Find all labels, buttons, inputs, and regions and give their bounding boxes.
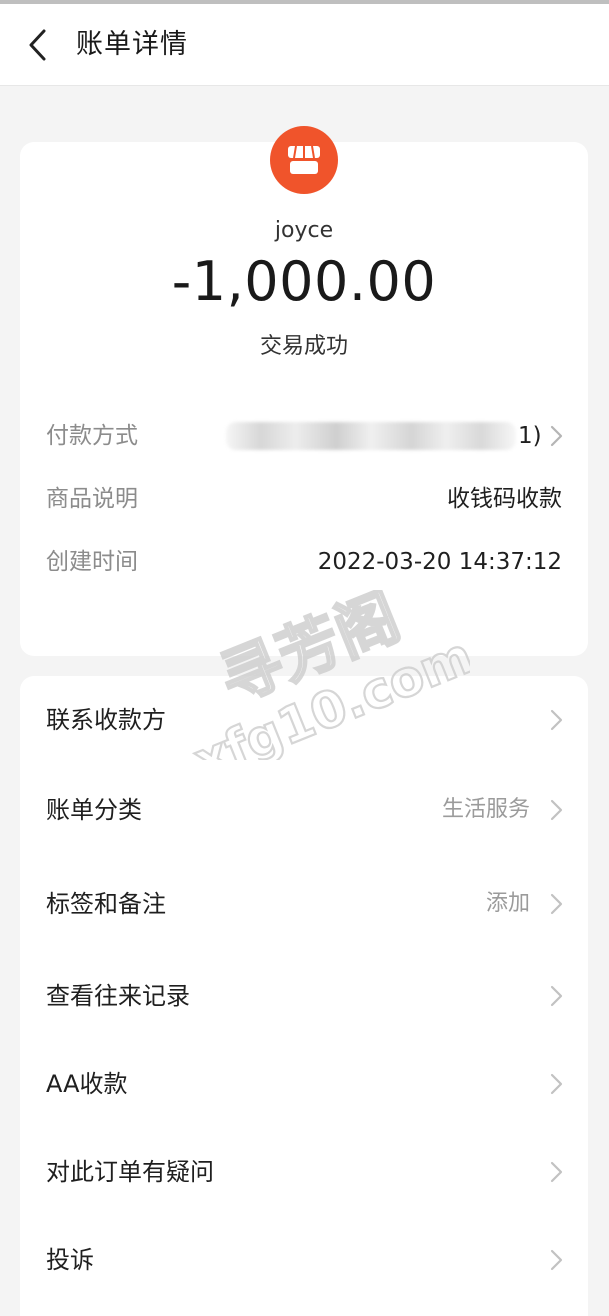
menu-label: 标签和备注 — [46, 890, 166, 918]
detail-label: 商品说明 — [46, 486, 138, 512]
chevron-right-icon — [550, 1073, 563, 1095]
menu-label: 账单分类 — [46, 796, 142, 824]
storefront-icon — [288, 145, 320, 174]
menu-label: 查看往来记录 — [46, 982, 190, 1010]
detail-label: 付款方式 — [46, 423, 138, 449]
header-bar: 账单详情 — [0, 4, 609, 86]
chevron-right-icon — [550, 985, 563, 1007]
menu-item-bill-category[interactable]: 账单分类 生活服务 — [20, 780, 588, 840]
menu-item-history[interactable]: 查看往来记录 — [20, 966, 588, 1026]
chevron-left-icon — [29, 29, 46, 61]
menu-label: AA收款 — [46, 1070, 128, 1098]
chevron-right-icon — [550, 425, 563, 447]
detail-value: 收钱码收款 — [447, 486, 562, 512]
chevron-right-icon — [550, 1161, 563, 1183]
actions-card: 联系收款方 账单分类 生活服务 标签和备注 添加 查看往来记录 AA收款 对此订… — [20, 676, 588, 1316]
detail-label: 创建时间 — [46, 549, 138, 575]
chevron-right-icon — [550, 799, 563, 821]
menu-item-order-question[interactable]: 对此订单有疑问 — [20, 1142, 588, 1202]
transaction-amount: -1,000.00 — [171, 250, 437, 313]
chevron-right-icon — [550, 1249, 563, 1271]
menu-label: 投诉 — [46, 1246, 94, 1274]
transaction-status: 交易成功 — [259, 334, 348, 359]
menu-item-complaint[interactable]: 投诉 — [20, 1230, 588, 1290]
menu-item-tags-notes[interactable]: 标签和备注 添加 — [20, 874, 588, 934]
detail-row-payment-method[interactable]: 付款方式 1) — [20, 416, 588, 456]
menu-item-contact-payee[interactable]: 联系收款方 — [20, 690, 588, 750]
detail-row-product-description: 商品说明 收钱码收款 — [20, 479, 588, 519]
transaction-summary-card: joyce -1,000.00 交易成功 付款方式 1) 商品说明 收钱码收款 … — [20, 126, 588, 656]
blurred-payment-account — [226, 422, 516, 450]
chevron-right-icon — [550, 893, 563, 915]
chevron-right-icon — [550, 709, 563, 731]
merchant-name: joyce — [274, 218, 334, 243]
menu-value: 生活服务 — [441, 797, 530, 822]
back-button[interactable] — [18, 24, 58, 66]
merchant-logo — [270, 126, 338, 194]
menu-item-aa-collection[interactable]: AA收款 — [20, 1054, 588, 1114]
detail-value: 2022-03-20 14:37:12 — [317, 549, 562, 575]
menu-value: 添加 — [485, 891, 530, 916]
detail-row-created-time: 创建时间 2022-03-20 14:37:12 — [20, 542, 588, 582]
menu-label: 联系收款方 — [46, 706, 166, 734]
page-title: 账单详情 — [76, 29, 188, 60]
menu-label: 对此订单有疑问 — [46, 1158, 214, 1186]
payment-account-tail: 1) — [518, 423, 542, 449]
